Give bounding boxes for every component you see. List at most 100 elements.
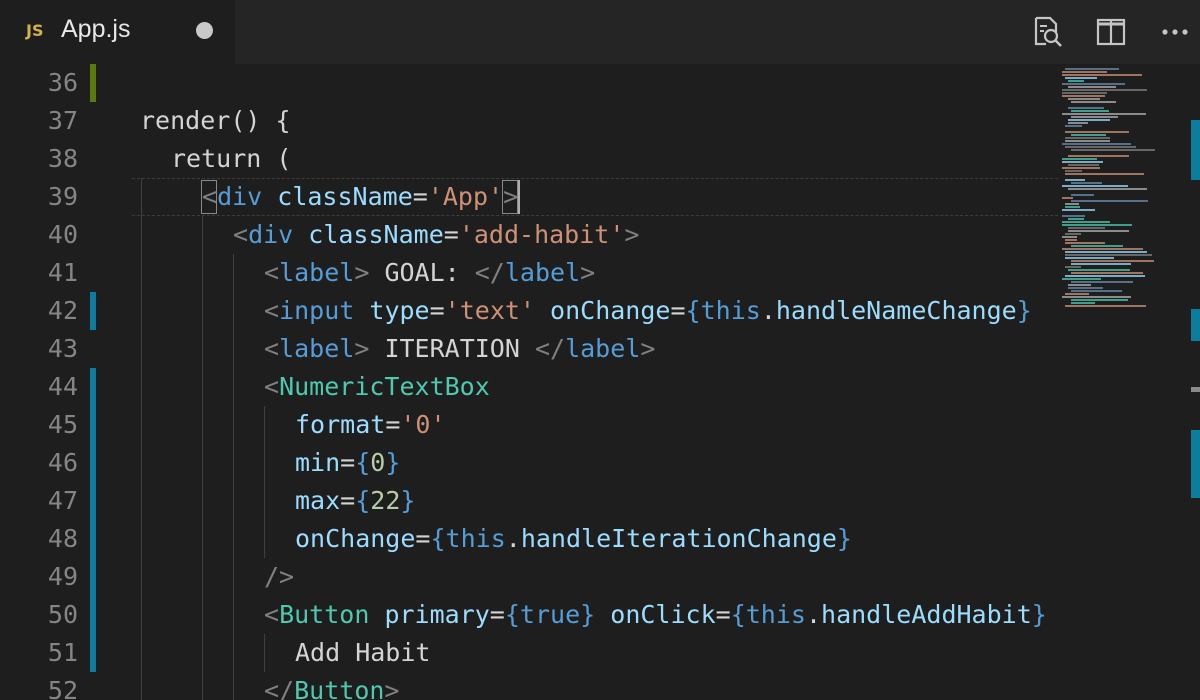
code-line[interactable]: 46 min={0}: [0, 444, 1060, 482]
code-token: Button: [294, 676, 385, 700]
minimap-code-line: [1062, 74, 1142, 76]
code-token: </: [474, 258, 505, 287]
code-token: ITERATION: [369, 334, 535, 363]
line-number: 45: [47, 410, 78, 439]
editor-text-area[interactable]: 36 37 render() {38 return (39 <div className…: [0, 64, 1200, 700]
gutter-modified-marker: [90, 558, 96, 596]
code-token: <: [264, 372, 280, 401]
minimap-code-line: [1065, 203, 1079, 205]
code-line[interactable]: 45 format='0': [0, 406, 1060, 444]
code-text: Add Habit: [295, 634, 430, 672]
code-line[interactable]: 51 Add Habit: [0, 634, 1060, 672]
minimap-code-line: [1065, 146, 1136, 148]
open-changes-icon[interactable]: [1029, 14, 1065, 50]
code-line[interactable]: 42 <input type='text' onChange={this.hand…: [0, 292, 1060, 330]
line-number: 38: [47, 144, 78, 173]
minimap-code-line: [1071, 260, 1154, 262]
code-token: =: [340, 486, 356, 515]
code-token: .: [760, 296, 776, 325]
code-token: =: [715, 600, 731, 629]
code-text: <NumericTextBox: [264, 368, 490, 406]
line-number: 37: [47, 106, 78, 135]
unsaved-changes-dot-icon[interactable]: [196, 22, 213, 39]
code-token: =: [412, 182, 428, 211]
code-token: div: [217, 182, 263, 211]
code-token: />: [264, 562, 295, 591]
tab-app-js[interactable]: JS App.js: [0, 0, 235, 64]
code-editor-window: JS App.js 36 37 render() {38 return (3…: [0, 0, 1200, 700]
code-token: onClick: [610, 600, 716, 629]
code-line[interactable]: 37 render() {: [0, 102, 1060, 140]
line-number: 50: [47, 600, 78, 629]
code-token: render: [140, 106, 231, 135]
code-line[interactable]: 47 max={22}: [0, 482, 1060, 520]
minimap-code-line: [1065, 173, 1144, 175]
code-token: onChange: [295, 524, 416, 553]
code-token: this: [745, 600, 806, 629]
minimap-code-line: [1071, 134, 1106, 136]
code-line[interactable]: 49 />: [0, 558, 1060, 596]
code-token: label: [565, 334, 641, 363]
minimap-code-line: [1068, 227, 1105, 229]
code-token: div: [248, 220, 294, 249]
code-token: .: [805, 600, 822, 629]
minimap-code-line: [1062, 236, 1077, 238]
code-line[interactable]: 41 <label> GOAL: </label>: [0, 254, 1060, 292]
code-line[interactable]: 44 <NumericTextBox: [0, 368, 1060, 406]
code-text: onChange={this.handleIterationChange}: [295, 520, 852, 558]
minimap[interactable]: [1058, 64, 1186, 700]
gutter-modified-marker: [90, 292, 96, 330]
code-text: render() {: [140, 102, 291, 140]
code-token: type: [369, 296, 430, 325]
code-text: <div className='App'>: [202, 178, 518, 216]
code-token: className: [277, 182, 413, 211]
code-line[interactable]: 40 <div className='add-habit'>: [0, 216, 1060, 254]
code-line[interactable]: 39 <div className='App'>: [0, 178, 1060, 216]
code-line[interactable]: 38 return (: [0, 140, 1060, 178]
code-token: () {: [230, 106, 291, 135]
line-number: 43: [47, 334, 78, 363]
code-token: {: [730, 600, 746, 629]
minimap-code-line: [1065, 251, 1147, 253]
code-text: <div className='add-habit'>: [233, 216, 639, 254]
line-number: 51: [47, 638, 78, 667]
code-token: Button: [279, 600, 370, 629]
code-token: this: [700, 296, 761, 325]
code-line[interactable]: 50 <Button primary={true} onClick={this.h…: [0, 596, 1060, 634]
line-number: 40: [47, 220, 78, 249]
code-line[interactable]: 52 </Button>: [0, 672, 1060, 700]
gutter-added-marker: [90, 64, 96, 102]
code-token: <: [264, 334, 280, 363]
code-token: }: [1031, 600, 1047, 629]
split-editor-icon[interactable]: [1093, 14, 1129, 50]
minimap-code-line: [1065, 170, 1082, 172]
code-token: =: [340, 448, 356, 477]
more-actions-icon[interactable]: [1157, 14, 1193, 50]
minimap-code-line: [1068, 155, 1129, 157]
bracket-match-highlight: [502, 180, 519, 214]
code-line[interactable]: 36: [0, 64, 1060, 102]
javascript-file-icon: JS: [26, 21, 44, 40]
code-token: true: [519, 600, 581, 629]
code-token: {: [355, 448, 371, 477]
code-token: '0': [400, 410, 446, 439]
vertical-scrollbar[interactable]: [1186, 64, 1200, 700]
code-line[interactable]: 43 <label> ITERATION </label>: [0, 330, 1060, 368]
code-text: max={22}: [295, 482, 415, 520]
code-token: =: [429, 296, 445, 325]
code-token: className: [308, 220, 444, 249]
minimap-code-line: [1062, 224, 1132, 226]
code-token: format: [295, 410, 386, 439]
minimap-code-line: [1068, 188, 1147, 190]
minimap-code-line: [1062, 89, 1147, 91]
bracket-match-highlight: [201, 180, 218, 214]
code-line[interactable]: 48 onChange={this.handleIterationChange}: [0, 520, 1060, 558]
minimap-code-line: [1062, 209, 1095, 211]
code-token: =: [443, 220, 459, 249]
minimap-code-line: [1062, 185, 1128, 187]
line-number: 46: [47, 448, 78, 477]
code-token: >: [580, 258, 596, 287]
code-token: 'add-habit': [458, 220, 625, 249]
